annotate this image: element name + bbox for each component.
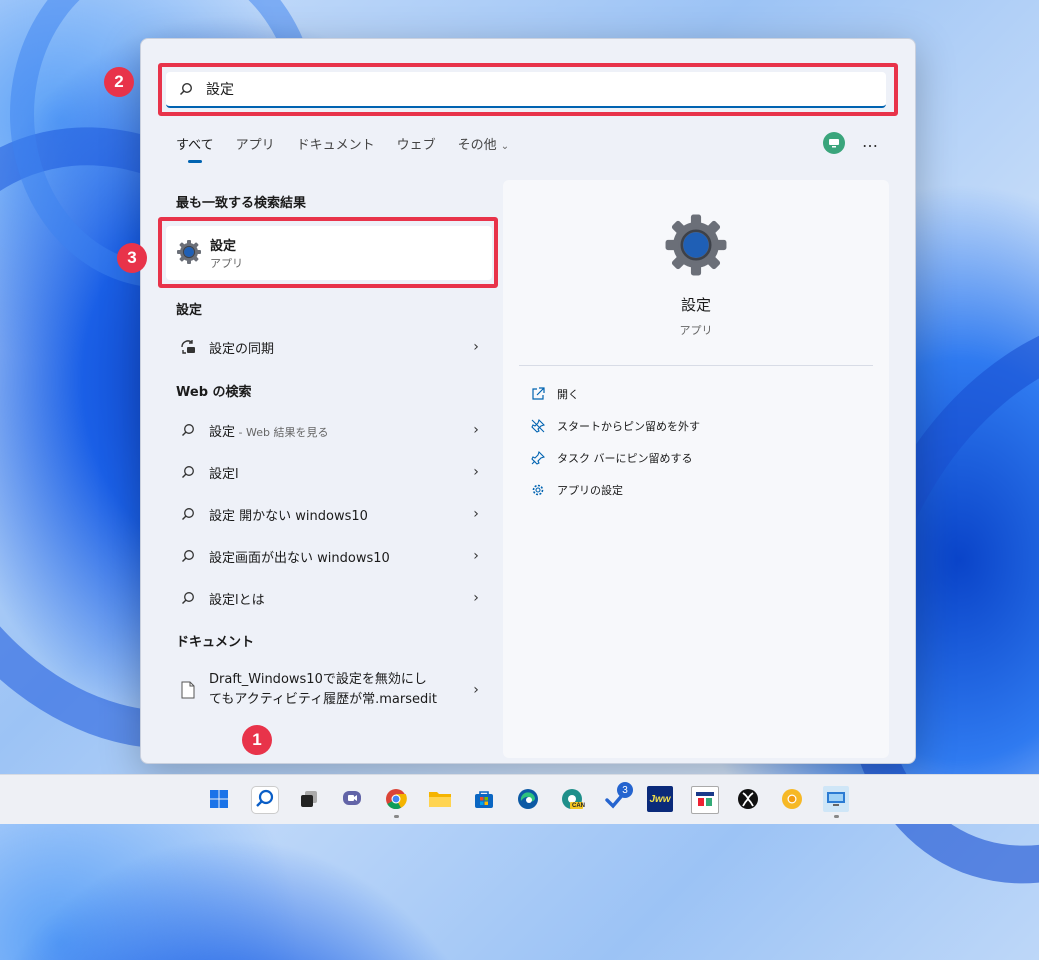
divider — [519, 365, 873, 366]
web-query: 設定 — [209, 424, 236, 440]
chevron-right-icon: › — [473, 548, 479, 564]
document-name-line1: Draft_Windows10で設定を無効にし — [209, 672, 427, 687]
chevron-right-icon: › — [473, 506, 479, 522]
account-avatar-icon[interactable] — [823, 132, 845, 154]
highlight-box-best-match — [158, 217, 498, 288]
jww-cad-icon[interactable]: Jww — [647, 786, 673, 812]
action-unpin-start[interactable]: スタートからピン留めを外す — [529, 418, 700, 434]
list-item-document[interactable]: Draft_Windows10で設定を無効にし てもアクティビティ履歴が常.mar… — [176, 666, 482, 714]
jww-label: Jww — [649, 793, 671, 805]
web-hint: - Web 結果を見る — [235, 425, 329, 439]
gear-icon — [529, 483, 547, 497]
task-view-icon[interactable] — [296, 786, 322, 812]
running-indicator — [394, 815, 399, 818]
tab-web[interactable]: ウェブ — [397, 134, 436, 153]
search-icon — [255, 789, 275, 812]
list-item-label: 設定 - Web 結果を見る — [209, 421, 470, 440]
file-explorer-icon[interactable] — [427, 786, 453, 812]
action-open[interactable]: 開く — [529, 386, 579, 402]
list-item-web-suggestion[interactable]: 設定l › — [176, 455, 482, 489]
list-item-web-search[interactable]: 設定 - Web 結果を見る › — [176, 413, 482, 447]
list-item-web-suggestion[interactable]: 設定lとは › — [176, 581, 482, 615]
canary-label: CAN — [572, 803, 585, 809]
more-options-button[interactable]: … — [862, 132, 879, 151]
action-label: アプリの設定 — [557, 484, 623, 497]
remote-desktop-icon[interactable] — [823, 786, 849, 812]
list-item-settings-sync[interactable]: 設定の同期 › — [176, 330, 482, 364]
taskbar-search-button[interactable] — [251, 786, 279, 814]
settings-section-heading: 設定 — [176, 303, 203, 318]
search-icon — [176, 549, 200, 563]
preview-pane: 設定 アプリ 開く スタートからピン留めを外す タスク バーにピン留めする アプ… — [503, 180, 889, 758]
list-item-label: 設定画面が出ない windows10 — [209, 550, 390, 566]
list-item-web-suggestion[interactable]: 設定画面が出ない windows10 › — [176, 539, 482, 573]
todo-badge: 3 — [617, 782, 633, 798]
running-indicator — [834, 815, 839, 818]
preview-subtitle: アプリ — [679, 324, 713, 337]
list-item-label: 設定lとは — [209, 592, 265, 608]
chevron-right-icon: › — [473, 422, 479, 438]
action-pin-taskbar[interactable]: タスク バーにピン留めする — [529, 450, 693, 466]
unpin-icon — [529, 419, 547, 433]
highlight-box-search — [158, 63, 898, 116]
best-match-heading: 最も一致する検索結果 — [176, 196, 307, 211]
chevron-right-icon: › — [473, 590, 479, 606]
action-label: タスク バーにピン留めする — [557, 452, 693, 465]
step-badge-2: 2 — [104, 67, 134, 97]
windows-start-icon[interactable] — [206, 786, 232, 812]
chevron-right-icon: › — [473, 682, 479, 698]
tab-apps[interactable]: アプリ — [236, 134, 275, 153]
microsoft-store-icon[interactable] — [471, 786, 497, 812]
document-name: Draft_Windows10で設定を無効にし てもアクティビティ履歴が常.mar… — [209, 670, 470, 710]
web-section-heading: Web の検索 — [176, 385, 252, 400]
action-label: 開く — [557, 388, 579, 401]
chevron-down-icon: ⌄ — [500, 141, 510, 152]
preview-title: 設定 — [680, 296, 711, 314]
step-badge-1: 1 — [242, 725, 272, 755]
tab-documents[interactable]: ドキュメント — [297, 134, 375, 153]
step-badge-3: 3 — [117, 243, 147, 273]
list-item-label: 設定l — [209, 466, 239, 482]
chrome-icon[interactable] — [383, 786, 409, 812]
tab-all[interactable]: すべて — [176, 134, 214, 163]
edge-icon[interactable] — [515, 786, 541, 812]
teams-chat-icon[interactable] — [339, 786, 365, 812]
chrome-canary-icon[interactable] — [779, 786, 805, 812]
search-icon — [176, 423, 200, 437]
sync-settings-icon — [176, 338, 200, 356]
tab-other-label: その他 — [457, 138, 497, 153]
chevron-right-icon: › — [473, 464, 479, 480]
search-icon — [176, 465, 200, 479]
document-icon — [176, 681, 200, 699]
screen-capture-app-icon[interactable] — [691, 786, 719, 814]
tab-other[interactable]: その他 ⌄ — [458, 134, 510, 153]
edge-canary-icon[interactable]: CAN — [559, 786, 585, 812]
list-item-label: 設定の同期 — [209, 341, 275, 357]
open-icon — [529, 387, 547, 401]
search-icon — [176, 591, 200, 605]
document-name-line2: てもアクティビティ履歴が常.marsedit — [209, 692, 437, 707]
action-label: スタートからピン留めを外す — [557, 420, 700, 433]
pin-icon — [529, 451, 547, 465]
xbox-icon[interactable] — [735, 786, 761, 812]
chevron-right-icon: › — [473, 339, 479, 355]
filter-tabs: すべて アプリ ドキュメント ウェブ その他 ⌄ — [176, 134, 531, 163]
settings-app-icon — [663, 212, 729, 282]
documents-section-heading: ドキュメント — [176, 635, 255, 650]
list-item-label: 設定 開かない windows10 — [209, 508, 368, 524]
search-icon — [176, 507, 200, 521]
list-item-web-suggestion[interactable]: 設定 開かない windows10 › — [176, 497, 482, 531]
action-app-settings[interactable]: アプリの設定 — [529, 482, 623, 498]
